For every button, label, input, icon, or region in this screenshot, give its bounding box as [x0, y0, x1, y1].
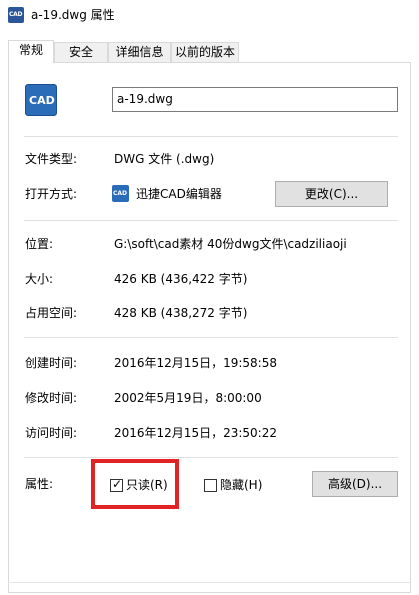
- cad-file-large-icon: CAD: [25, 84, 57, 116]
- size-label: 大小:: [25, 272, 54, 286]
- tab-previous-versions[interactable]: 以前的版本: [171, 42, 239, 62]
- cad-file-icon: CAD: [8, 7, 24, 23]
- created-label: 创建时间:: [25, 356, 78, 370]
- window-title: a-19.dwg 属性: [31, 8, 115, 22]
- tab-general[interactable]: 常规: [8, 40, 54, 63]
- bottom-edge: [8, 582, 411, 583]
- size-on-disk-label: 占用空间:: [25, 306, 78, 320]
- title-bar: CAD a-19.dwg 属性: [0, 0, 419, 30]
- general-panel: [8, 62, 411, 593]
- title-icon-text: CAD: [9, 11, 23, 18]
- file-type-label: 文件类型:: [25, 152, 78, 166]
- hidden-label[interactable]: 隐藏(H): [220, 477, 262, 493]
- opens-with-value: 迅捷CAD编辑器: [136, 187, 222, 201]
- file-type-value: DWG 文件 (.dwg): [114, 152, 215, 166]
- accessed-label: 访问时间:: [25, 426, 78, 440]
- modified-label: 修改时间:: [25, 391, 78, 405]
- attributes-label: 属性:: [25, 477, 54, 491]
- tab-details[interactable]: 详细信息: [108, 42, 171, 62]
- advanced-button[interactable]: 高级(D)...: [312, 471, 398, 497]
- divider: [24, 337, 398, 338]
- opens-with-label: 打开方式:: [25, 187, 78, 201]
- location-value: G:\soft\cad素材 40份dwg文件\cadziliaoji: [114, 237, 347, 251]
- created-value: 2016年12月15日，19:58:58: [114, 356, 277, 370]
- accessed-value: 2016年12月15日，23:50:22: [114, 426, 277, 440]
- file-name-input[interactable]: a-19.dwg: [112, 87, 398, 112]
- divider: [24, 136, 398, 137]
- readonly-highlight-box: [91, 459, 179, 509]
- divider: [24, 457, 398, 458]
- divider: [24, 220, 398, 221]
- large-icon-text: CAD: [29, 94, 55, 107]
- tab-security[interactable]: 安全: [54, 42, 108, 62]
- location-label: 位置:: [25, 237, 54, 251]
- size-on-disk-value: 428 KB (438,272 字节): [114, 306, 248, 320]
- change-button[interactable]: 更改(C)...: [275, 181, 388, 207]
- size-value: 426 KB (436,422 字节): [114, 272, 248, 286]
- app-icon-text: CAD: [113, 190, 128, 197]
- cad-app-icon: CAD: [112, 185, 129, 202]
- hidden-checkbox[interactable]: [204, 479, 217, 492]
- modified-value: 2002年5月19日，8:00:00: [114, 391, 262, 405]
